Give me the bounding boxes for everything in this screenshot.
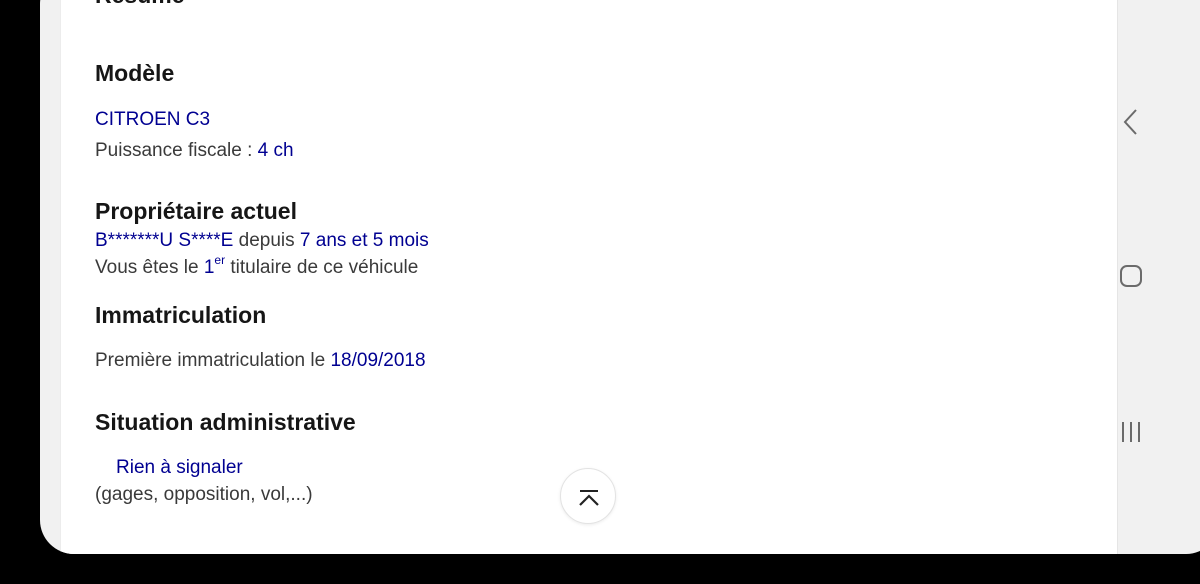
owner-status-prefix: Vous êtes le	[95, 257, 199, 278]
owner-rank: 1er	[203, 254, 225, 278]
admin-status: Rien à signaler	[116, 457, 243, 478]
owner-line: B*******U S****E depuis 7 ans et 5 mois	[95, 230, 429, 252]
rounded-square-icon[interactable]	[1114, 256, 1146, 296]
owner-rank-suffix: er	[214, 253, 226, 267]
first-registration-date: 18/09/2018	[330, 350, 426, 371]
model-name: CITROEN C3	[95, 109, 211, 130]
system-navigation-bar	[1096, 30, 1180, 584]
fiscal-power-value: 4 ch	[257, 140, 294, 161]
owner-status-suffix: titulaire de ce véhicule	[230, 257, 419, 278]
admin-heading: Situation administrative	[95, 409, 356, 435]
owner-name: B*******U S****E	[95, 230, 234, 251]
chevron-up-bar-icon	[579, 490, 599, 506]
model-heading: Modèle	[95, 60, 175, 86]
first-registration-label: Première immatriculation le	[95, 350, 326, 371]
fiscal-power-line: Puissance fiscale : 4 ch	[95, 140, 294, 162]
owner-heading: Propriétaire actuel	[95, 198, 297, 224]
scroll-to-top-button[interactable]	[560, 468, 616, 524]
chevron-left-icon[interactable]	[1114, 98, 1146, 146]
summary-heading: Résumé	[95, 0, 184, 9]
owner-duration: 7 ans et 5 mois	[299, 230, 429, 251]
owner-status-line: Vous êtes le 1er titulaire de ce véhicul…	[95, 254, 419, 279]
registration-heading: Immatriculation	[95, 302, 267, 328]
owner-rank-number: 1	[203, 257, 215, 278]
three-bars-icon[interactable]	[1114, 412, 1146, 452]
fiscal-power-label: Puissance fiscale :	[95, 140, 253, 161]
first-registration-line: Première immatriculation le 18/09/2018	[95, 350, 426, 372]
owner-since-label: depuis	[238, 230, 295, 251]
admin-details: (gages, opposition, vol,...)	[95, 484, 313, 505]
device-frame: Résumé Modèle CITROEN C3 Puissance fisca…	[40, 0, 1200, 554]
